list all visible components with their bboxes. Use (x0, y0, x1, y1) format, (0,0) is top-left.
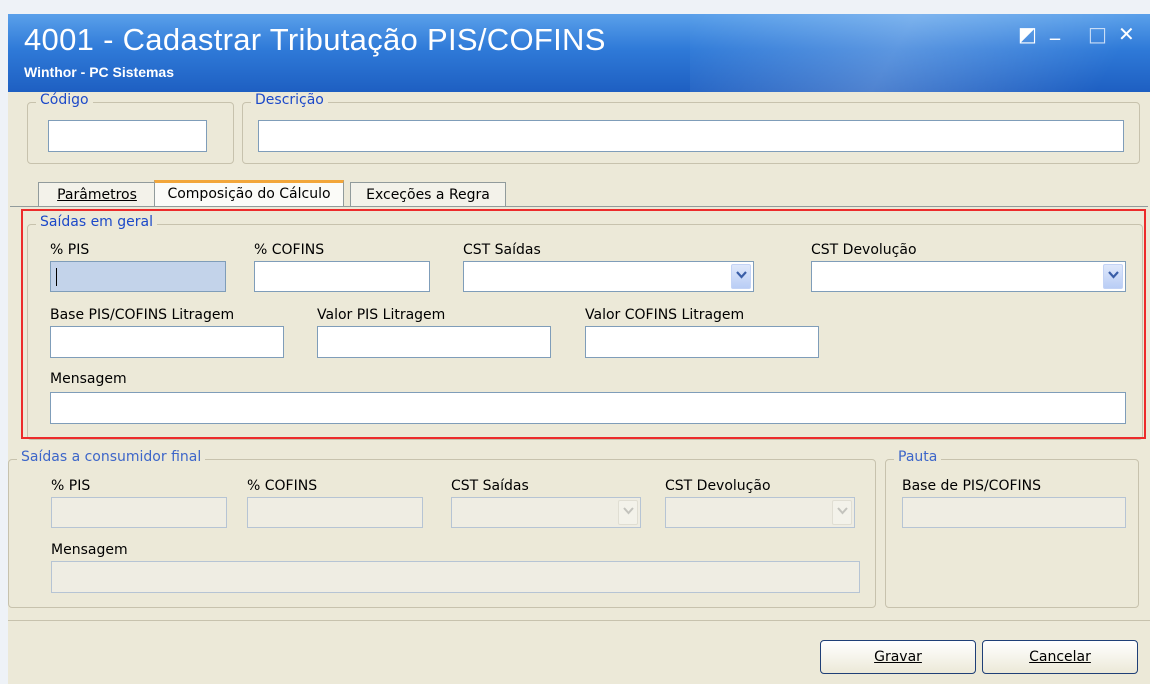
tab-composicao-calculo-label: Composição do Cálculo (167, 186, 331, 202)
title-bar[interactable]: 4001 - Cadastrar Tributação PIS/COFINS W… (8, 14, 1150, 92)
chevron-down-icon[interactable] (832, 500, 852, 525)
codigo-label: Código (36, 92, 93, 108)
cancelar-button[interactable]: Cancelar (982, 640, 1138, 674)
saidas-consumidor-group: Saídas a consumidor final % PIS % COFINS… (8, 449, 876, 608)
consumidor-cofins-input[interactable] (247, 497, 423, 528)
minimize-icon[interactable]: _ (1050, 18, 1060, 38)
close-icon[interactable]: ✕ (1118, 24, 1135, 44)
consumidor-cst-devolucao-select[interactable] (665, 497, 855, 528)
consumidor-pis-label: % PIS (51, 478, 91, 494)
main-window: 4001 - Cadastrar Tributação PIS/COFINS W… (8, 14, 1150, 684)
consumidor-cst-devolucao-label: CST Devolução (665, 478, 771, 494)
descricao-label: Descrição (251, 92, 328, 108)
descricao-input[interactable] (258, 120, 1124, 152)
consumidor-pis-input[interactable] (51, 497, 227, 528)
maximize-icon[interactable]: □ (1088, 24, 1107, 44)
pauta-legend: Pauta (894, 449, 942, 465)
window-title: 4001 - Cadastrar Tributação PIS/COFINS (24, 22, 606, 57)
tab-excecoes-regra[interactable]: Exceções a Regra (350, 182, 506, 207)
pauta-group: Pauta Base de PIS/COFINS (885, 449, 1139, 608)
consumidor-cst-saidas-select[interactable] (451, 497, 641, 528)
pauta-base-input[interactable] (902, 497, 1126, 528)
consumidor-mensagem-input[interactable] (51, 561, 860, 593)
cancelar-button-label: Cancelar (1029, 649, 1091, 665)
tab-parametros-label: Parâmetros (57, 187, 137, 203)
window-subtitle: Winthor - PC Sistemas (24, 64, 175, 80)
consumidor-cofins-label: % COFINS (247, 478, 318, 494)
gravar-button-label: Gravar (874, 649, 922, 665)
tab-composicao-calculo[interactable]: Composição do Cálculo (154, 180, 344, 207)
tab-excecoes-regra-label: Exceções a Regra (366, 187, 490, 203)
tab-parametros[interactable]: Parâmetros (38, 182, 156, 207)
codigo-input[interactable] (48, 120, 207, 152)
descricao-group: Descrição (242, 92, 1140, 164)
restore-icon[interactable]: ◩ (1018, 24, 1037, 44)
chevron-down-icon[interactable] (618, 500, 638, 525)
highlight-frame (21, 209, 1146, 439)
saidas-consumidor-legend: Saídas a consumidor final (17, 449, 206, 465)
consumidor-cst-saidas-label: CST Saídas (451, 478, 529, 494)
consumidor-mensagem-label: Mensagem (51, 542, 128, 558)
tab-divider (10, 206, 1148, 207)
gravar-button[interactable]: Gravar (820, 640, 976, 674)
codigo-group: Código (27, 92, 234, 164)
pauta-base-label: Base de PIS/COFINS (902, 478, 1042, 494)
footer-divider (8, 620, 1150, 621)
